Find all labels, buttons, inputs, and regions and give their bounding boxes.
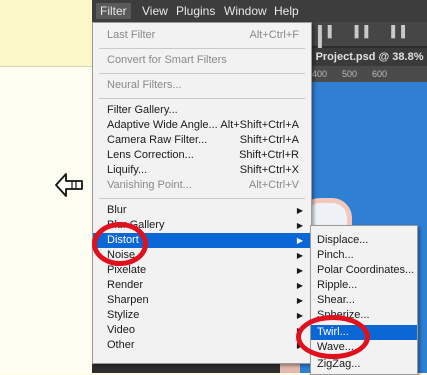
item-label: Stylize [107, 309, 140, 321]
stylize-item[interactable]: Stylize ▶ [93, 308, 311, 323]
item-label: Liquify... [107, 164, 148, 176]
separator [99, 98, 305, 99]
separator [99, 73, 305, 74]
liquify-item[interactable]: Liquify... Shift+Ctrl+X [93, 163, 311, 178]
item-shortcut: Shift+Ctrl+R [239, 149, 299, 161]
filter-menu: Last Filter Alt+Ctrl+F Convert for Smart… [92, 22, 312, 364]
item-label: Displace... [317, 234, 369, 246]
submenu-arrow-icon: ▶ [296, 236, 303, 245]
item-label: Shear... [317, 294, 355, 306]
item-shortcut: Shift+Ctrl+X [239, 164, 299, 176]
menu-bar: Filter View Plugins Window Help [92, 0, 427, 22]
convert-smart-filters-item[interactable]: Convert for Smart Filters [93, 53, 311, 68]
zigzag-item[interactable]: ZigZag... [311, 357, 417, 372]
blur-item[interactable]: Blur ▶ [93, 203, 311, 218]
last-filter-label: Last Filter [107, 29, 156, 41]
item-label: Sharpen [107, 294, 149, 306]
ruler-mark: 500 [342, 69, 358, 79]
item-label: Video [107, 324, 135, 336]
item-shortcut: Alt+Shift+Ctrl+A [220, 119, 299, 131]
item-label: Other [107, 339, 135, 351]
submenu-arrow-icon: ▶ [296, 281, 303, 290]
annotation-circle-distort [92, 222, 148, 266]
item-label: Filter Gallery... [107, 104, 178, 116]
lens-correction-item[interactable]: Lens Correction... Shift+Ctrl+R [93, 148, 311, 163]
ruler: 400 500 600 [292, 66, 427, 82]
submenu-arrow-icon: ▶ [296, 311, 303, 320]
ruler-mark: 400 [312, 69, 328, 79]
menu-window[interactable]: Window [220, 3, 271, 19]
submenu-arrow-icon: ▶ [296, 296, 303, 305]
ruler-mark: 600 [372, 69, 388, 79]
menu-view[interactable]: View [138, 3, 172, 19]
last-filter-shortcut: Alt+Ctrl+F [249, 29, 299, 41]
shear-item[interactable]: Shear... [311, 293, 417, 308]
menu-plugins[interactable]: Plugins [172, 3, 219, 19]
render-item[interactable]: Render ▶ [93, 278, 311, 293]
document-tab[interactable]: rial Project.psd @ 38.8% ( [292, 48, 427, 66]
hand-pointing-left-icon [55, 173, 83, 197]
item-label: ZigZag... [317, 358, 361, 370]
submenu-arrow-icon: ▶ [296, 266, 303, 275]
pinch-item[interactable]: Pinch... [311, 248, 417, 263]
menu-help[interactable]: Help [270, 3, 303, 19]
item-label: Lens Correction... [107, 149, 194, 161]
other-item[interactable]: Other ▶ [93, 338, 311, 353]
item-label: Vanishing Point... [107, 179, 192, 191]
displace-item[interactable]: Displace... [311, 233, 417, 248]
video-item[interactable]: Video ▶ [93, 323, 311, 338]
item-label: Blur [107, 204, 127, 216]
vanishing-point-item[interactable]: Vanishing Point... Alt+Ctrl+V [93, 178, 311, 193]
filter-gallery-item[interactable]: Filter Gallery... [93, 103, 311, 118]
submenu-arrow-icon: ▶ [296, 221, 303, 230]
align-icons[interactable]: ▐▌ ▐▌ ▐▌ ▐ [314, 26, 427, 50]
separator [99, 48, 305, 49]
adaptive-wide-angle-item[interactable]: Adaptive Wide Angle... Alt+Shift+Ctrl+A [93, 118, 311, 133]
polar-coordinates-item[interactable]: Polar Coordinates... [311, 263, 417, 278]
item-label: Camera Raw Filter... [107, 134, 208, 146]
neural-label: Neural Filters... [107, 79, 182, 91]
neural-filters-item[interactable]: Neural Filters... [93, 78, 311, 93]
last-filter-item[interactable]: Last Filter Alt+Ctrl+F [93, 28, 311, 43]
sharpen-item[interactable]: Sharpen ▶ [93, 293, 311, 308]
item-shortcut: Alt+Ctrl+V [248, 179, 299, 191]
item-label: Ripple... [317, 279, 358, 291]
item-shortcut: Shift+Ctrl+A [239, 134, 299, 146]
annotation-circle-twirl [296, 315, 370, 359]
separator [99, 198, 305, 199]
item-label: Polar Coordinates... [317, 264, 415, 276]
item-label: Render [107, 279, 144, 291]
item-label: Pinch... [317, 249, 354, 261]
menu-filter[interactable]: Filter [96, 3, 131, 19]
camera-raw-filter-item[interactable]: Camera Raw Filter... Shift+Ctrl+A [93, 133, 311, 148]
convert-label: Convert for Smart Filters [107, 54, 227, 66]
item-label: Adaptive Wide Angle... [107, 119, 218, 131]
ripple-item[interactable]: Ripple... [311, 278, 417, 293]
submenu-arrow-icon: ▶ [296, 251, 303, 260]
submenu-arrow-icon: ▶ [296, 206, 303, 215]
